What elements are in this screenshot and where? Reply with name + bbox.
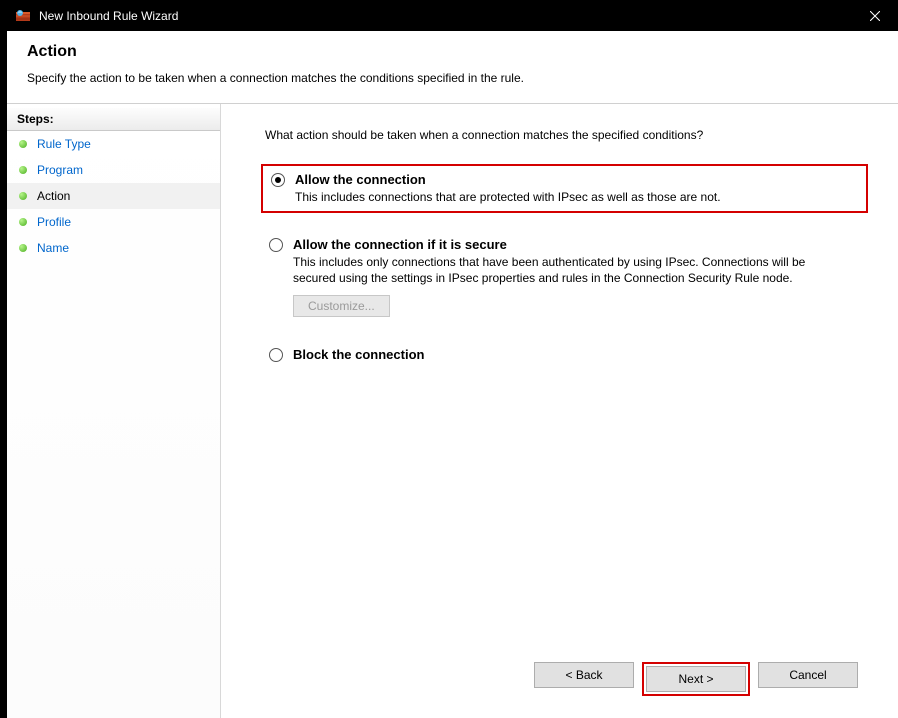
wizard-window: New Inbound Rule Wizard Action Specify t…	[7, 0, 898, 718]
close-icon	[870, 11, 880, 21]
option-block-title: Block the connection	[293, 347, 424, 362]
option-allow-secure-desc: This includes only connections that have…	[293, 254, 833, 286]
bullet-icon	[19, 218, 27, 226]
steps-heading: Steps:	[7, 108, 220, 131]
firewall-icon	[15, 8, 31, 24]
step-program[interactable]: Program	[7, 157, 220, 183]
cancel-button[interactable]: Cancel	[758, 662, 858, 688]
wizard-body: Steps: Rule Type Program Action Profile …	[7, 104, 898, 718]
radio-allow-secure[interactable]	[269, 238, 283, 252]
close-button[interactable]	[852, 0, 898, 31]
step-rule-type[interactable]: Rule Type	[7, 131, 220, 157]
option-allow-secure-title: Allow the connection if it is secure	[293, 237, 507, 252]
radio-allow[interactable]	[271, 173, 285, 187]
option-allow[interactable]: Allow the connection This includes conne…	[261, 164, 868, 213]
option-allow-desc: This includes connections that are prote…	[295, 189, 835, 205]
customize-button: Customize...	[293, 295, 390, 317]
steps-sidebar: Steps: Rule Type Program Action Profile …	[7, 104, 221, 718]
next-button-wrap: Next >	[642, 662, 750, 696]
bullet-icon	[19, 166, 27, 174]
radio-block[interactable]	[269, 348, 283, 362]
page-title: Action	[27, 43, 878, 61]
main-panel: What action should be taken when a conne…	[221, 104, 898, 718]
window-title: New Inbound Rule Wizard	[39, 9, 852, 23]
wizard-footer: < Back Next > Cancel	[261, 646, 868, 718]
titlebar: New Inbound Rule Wizard	[7, 0, 898, 31]
page-subtitle: Specify the action to be taken when a co…	[27, 71, 878, 85]
bullet-icon	[19, 192, 27, 200]
step-label: Rule Type	[37, 137, 91, 151]
step-name[interactable]: Name	[7, 235, 220, 261]
step-action[interactable]: Action	[7, 183, 220, 209]
option-block[interactable]: Block the connection	[261, 341, 868, 368]
question-text: What action should be taken when a conne…	[265, 128, 868, 142]
back-button[interactable]: < Back	[534, 662, 634, 688]
step-label: Profile	[37, 215, 71, 229]
step-label: Action	[37, 189, 70, 203]
step-label: Name	[37, 241, 69, 255]
bullet-icon	[19, 244, 27, 252]
cancel-button-wrap: Cancel	[758, 662, 858, 696]
bullet-icon	[19, 140, 27, 148]
option-allow-secure[interactable]: Allow the connection if it is secure Thi…	[261, 231, 868, 322]
next-button[interactable]: Next >	[646, 666, 746, 692]
step-label: Program	[37, 163, 83, 177]
wizard-header: Action Specify the action to be taken wh…	[7, 31, 898, 104]
option-allow-title: Allow the connection	[295, 172, 426, 187]
back-button-wrap: < Back	[534, 662, 634, 696]
step-profile[interactable]: Profile	[7, 209, 220, 235]
